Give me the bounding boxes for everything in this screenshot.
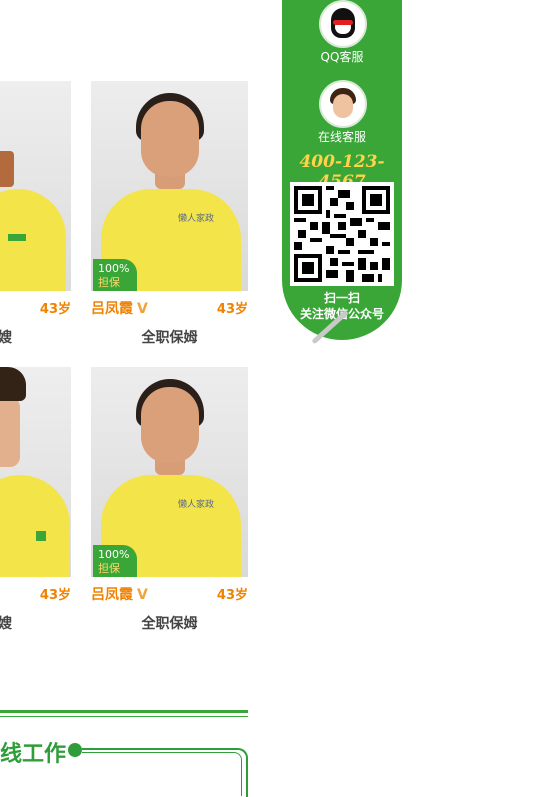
badge-percent: 100% — [98, 262, 130, 275]
profile-photo[interactable]: 懒人家政 100% 担保 — [91, 367, 248, 577]
qq-service-button[interactable] — [319, 0, 367, 48]
guarantee-badge: 100% 担保 — [93, 545, 137, 577]
profile-name[interactable]: 吕凤霞 V — [91, 298, 148, 318]
online-service-label[interactable]: 在线客服 — [282, 128, 402, 145]
profile-age: 43岁 — [216, 302, 248, 317]
profile-photo[interactable] — [0, 367, 71, 577]
badge-label: 担保 — [98, 562, 120, 575]
profile-name[interactable]: 吕凤霞 V — [91, 584, 148, 604]
verified-v-icon: V — [137, 587, 148, 603]
guarantee-badge: 100% 担保 — [93, 259, 137, 291]
badge-label: 担保 — [98, 276, 120, 289]
profile-photo[interactable]: 懒人家政 100% 担保 — [91, 81, 248, 291]
profile-job: 全职保姆 — [141, 330, 198, 346]
profile-job: 全职保姆 — [141, 616, 198, 632]
profile-age: 43岁 — [39, 302, 71, 317]
section-dot-icon — [68, 743, 82, 757]
agent-face — [333, 94, 353, 118]
badge-percent: 100% — [98, 548, 130, 561]
section-title: 线工作 — [0, 742, 67, 767]
section-bracket-inner — [82, 752, 242, 796]
profile-photo[interactable] — [0, 81, 71, 291]
profile-name-text[interactable]: 吕凤霞 — [91, 587, 133, 603]
shirt-logo-text: 懒人家政 — [177, 214, 214, 224]
online-service-button[interactable] — [319, 80, 367, 128]
qr-code-icon — [294, 186, 390, 282]
qq-penguin-scarf — [333, 20, 353, 25]
section-divider — [0, 710, 248, 713]
profile-info-row: 43岁 — [0, 583, 71, 603]
floating-service-panel: QQ客服 在线客服 400-123-4567 — [282, 0, 402, 340]
profile-age: 43岁 — [216, 588, 248, 603]
shirt-logo-text: 懒人家政 — [177, 500, 214, 510]
profile-info-row: 吕凤霞 V 43岁 — [91, 583, 248, 603]
profile-job: 嫂 — [0, 330, 12, 346]
wechat-qr-code — [290, 182, 394, 286]
profile-name-text[interactable]: 吕凤霞 — [91, 301, 133, 317]
verified-v-icon: V — [137, 301, 148, 317]
profile-job: 嫂 — [0, 616, 12, 632]
profile-age: 43岁 — [39, 588, 71, 603]
qq-service-label[interactable]: QQ客服 — [282, 48, 402, 65]
profile-info-row: 43岁 — [0, 297, 71, 317]
section-divider-thin — [0, 716, 248, 717]
profile-info-row: 吕凤霞 V 43岁 — [91, 297, 248, 317]
scan-text: 扫一扫 — [323, 291, 360, 305]
